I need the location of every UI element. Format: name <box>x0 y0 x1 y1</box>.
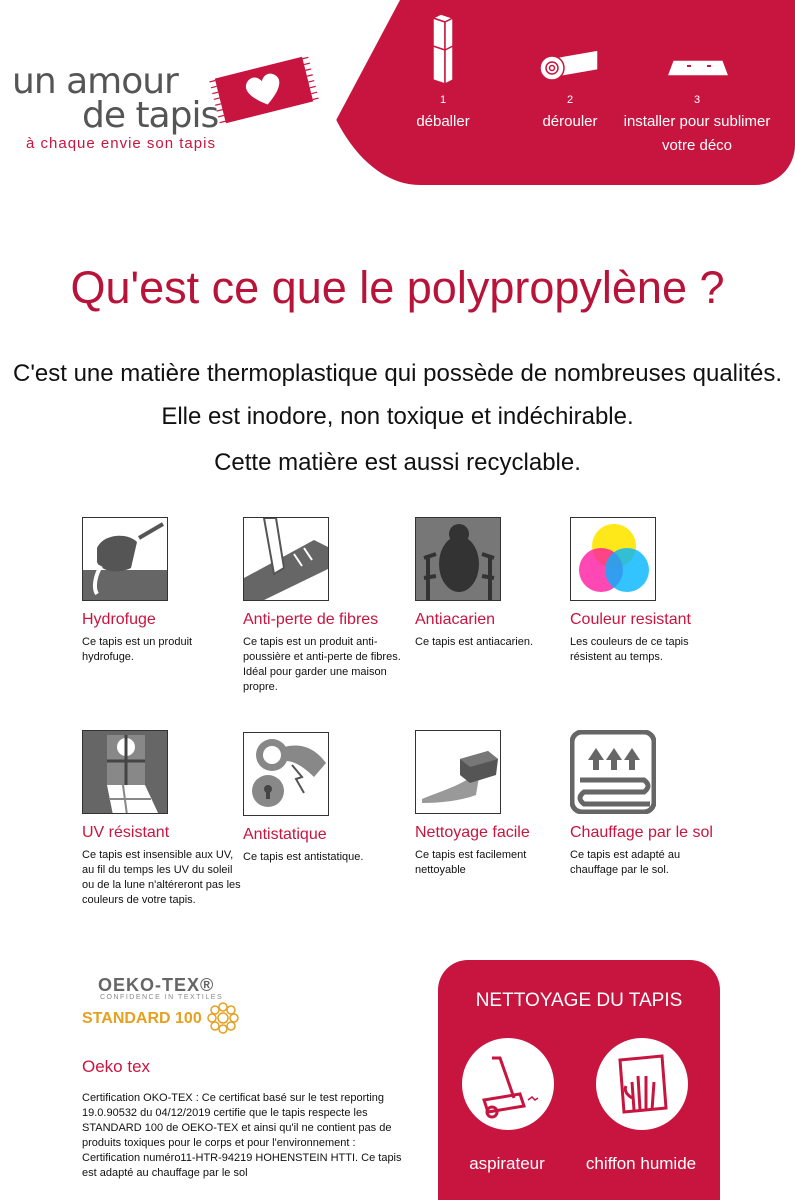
intro-line-2: Elle est inodore, non toxique et indéchi… <box>161 403 634 430</box>
window-sun-icon <box>82 730 168 814</box>
feature-uv-resistant: UV résistant Ce tapis est insensible aux… <box>82 730 242 908</box>
step-label: installer pour sublimer votre déco <box>623 113 771 154</box>
floor-heating-icon <box>570 730 656 814</box>
logo-line2: de tapis <box>82 95 219 136</box>
feature-desc: Ce tapis est adapté au chauffage par le … <box>570 849 681 876</box>
feature-name: Chauffage par le sol <box>570 824 713 841</box>
feature-desc: Ce tapis est antistatique. <box>243 851 364 863</box>
cleaning-heading: NETTOYAGE DU TAPIS <box>475 990 683 1011</box>
cleaning-label: aspirateur <box>469 1154 545 1173</box>
oeko-brand: OEKO-TEX® <box>98 975 215 995</box>
feature-hydrofuge: Hydrofuge Ce tapis est un produit hydrof… <box>82 517 242 665</box>
feature-name: Antistatique <box>243 826 327 843</box>
feature-desc: Ce tapis est un produit hydrofuge. <box>82 636 193 663</box>
flat-rug-icon <box>622 0 772 92</box>
intro-line-3: Cette matière est aussi recyclable. <box>214 449 581 476</box>
brand-logo: un amour de tapis à chaque envie son tap… <box>12 55 322 165</box>
logo-tagline: à chaque envie son tapis <box>26 135 216 152</box>
feature-desc: Ce tapis est insensible aux UV, au fil d… <box>82 849 241 906</box>
oeko-standard: STANDARD 100 <box>82 1010 202 1027</box>
rug-heart-icon <box>209 56 319 124</box>
feature-anti-fiber-loss: Anti-perte de fibres Ce tapis est un pro… <box>243 517 403 695</box>
cleaning-panel: NETTOYAGE DU TAPIS aspirateur chiffon hu… <box>438 960 720 1200</box>
feature-desc: Ce tapis est antiacarien. <box>415 636 534 648</box>
sponge-hand-icon <box>415 730 501 814</box>
feature-color-resistant: Couleur resistant Les couleurs de ce tap… <box>570 517 730 665</box>
wet-cloth-icon <box>596 1038 688 1130</box>
oeko-desc: Certification OKO-TEX : Ce certificat ba… <box>82 1092 402 1179</box>
feature-name: UV résistant <box>82 824 170 841</box>
oeko-confidence: CONFIDENCE IN TEXTILES <box>100 994 224 1001</box>
feature-name: Anti-perte de fibres <box>243 611 379 628</box>
feature-desc: Ce tapis est un produit anti-poussière e… <box>243 636 401 693</box>
color-circles-icon <box>570 517 656 601</box>
feature-antiacarien: Antiacarien Ce tapis est antiacarien. <box>415 517 575 650</box>
feature-desc: Ce tapis est facilement nettoyable <box>415 849 527 876</box>
intro-line-1: C'est une matière thermoplastique qui po… <box>12 360 783 387</box>
feature-name: Hydrofuge <box>82 611 156 628</box>
feature-antistatic: Antistatique Ce tapis est antistatique. <box>243 732 403 865</box>
feature-desc: Les couleurs de ce tapis résistent au te… <box>570 636 689 663</box>
cleaning-label: chiffon humide <box>585 1154 697 1173</box>
step-number: 3 <box>693 94 701 106</box>
vacuum-icon <box>462 1038 554 1130</box>
vacuum-nozzle-icon <box>243 517 329 601</box>
feature-name: Nettoyage facile <box>415 824 530 841</box>
oeko-name: Oeko tex <box>82 1057 151 1076</box>
water-pour-icon <box>82 517 168 601</box>
feature-easy-cleaning: Nettoyage facile Ce tapis est facilement… <box>415 730 575 878</box>
oeko-flower-icon <box>206 1002 239 1034</box>
oeko-tex-section: OEKO-TEX® CONFIDENCE IN TEXTILES STANDAR… <box>82 975 402 1181</box>
mite-icon <box>415 517 501 601</box>
feature-name: Antiacarien <box>415 611 496 628</box>
page-title: Qu'est ce que le polypropylène ? <box>70 262 725 313</box>
feature-name: Couleur resistant <box>570 611 691 628</box>
step-install: 3 installer pour sublimer votre déco <box>622 0 772 158</box>
antistatic-icon <box>243 732 329 816</box>
feature-floor-heating: Chauffage par le sol Ce tapis est adapté… <box>570 730 730 878</box>
